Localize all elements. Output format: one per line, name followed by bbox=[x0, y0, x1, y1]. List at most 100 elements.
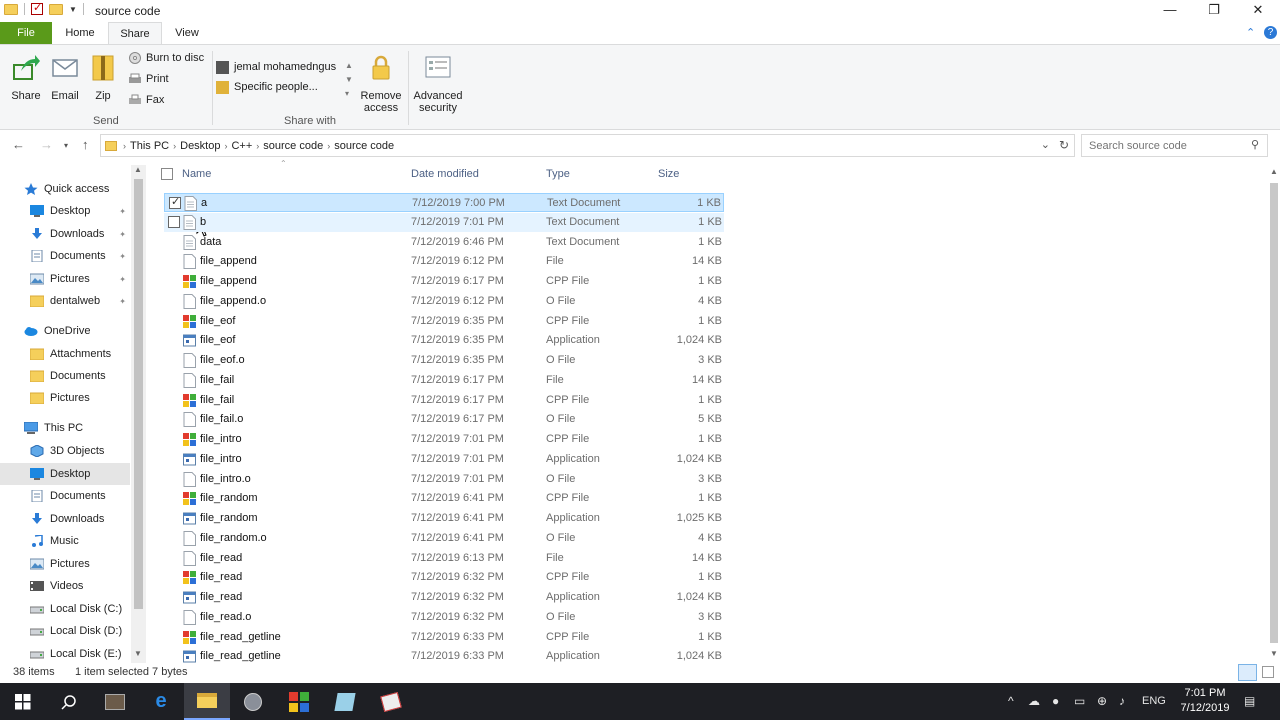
close-button[interactable]: ✕ bbox=[1236, 0, 1280, 22]
sidebar-item-documents[interactable]: Documents bbox=[0, 485, 130, 507]
file-row[interactable]: file_eof.o 7/12/2019 6:35 PM O File 3 KB bbox=[164, 351, 724, 370]
microphone-icon[interactable]: ● bbox=[1052, 694, 1059, 708]
email-button[interactable]: Email bbox=[48, 53, 82, 102]
file-row[interactable]: file_read 7/12/2019 6:32 PM Application 1,0… bbox=[164, 588, 724, 607]
breadcrumb-desktop[interactable]: Desktop bbox=[176, 140, 224, 152]
row-checkbox[interactable] bbox=[169, 195, 181, 209]
sidebar-item-this-pc[interactable]: This PC bbox=[0, 417, 130, 439]
column-header-name[interactable]: Name bbox=[182, 168, 211, 180]
maximize-button[interactable]: ❐ bbox=[1192, 0, 1236, 22]
refresh-icon[interactable]: ↻ bbox=[1059, 138, 1069, 152]
zip-button[interactable]: Zip bbox=[88, 53, 118, 102]
tab-home[interactable]: Home bbox=[56, 22, 104, 44]
sidebar-item-pictures[interactable]: Pictures bbox=[0, 553, 130, 575]
sidebar-item-local-disk-d[interactable]: Local Disk (D:) bbox=[0, 620, 130, 642]
new-folder-icon[interactable] bbox=[49, 3, 63, 15]
address-bar[interactable]: › This PC › Desktop › C++ › source code … bbox=[100, 134, 1075, 157]
sidebar-item-desktop[interactable]: Desktop ✦ bbox=[0, 200, 130, 222]
input-language[interactable]: ENG bbox=[1142, 695, 1166, 707]
sidebar-item-pictures[interactable]: Pictures bbox=[0, 387, 130, 409]
share-user-item[interactable]: jemal mohamedngus bbox=[216, 57, 356, 77]
scroll-down-icon[interactable]: ▼ bbox=[1270, 649, 1278, 658]
taskbar-app-browser[interactable] bbox=[230, 683, 276, 720]
sidebar-item-videos[interactable]: Videos bbox=[0, 575, 130, 597]
remove-access-button[interactable]: Remove access bbox=[360, 53, 402, 114]
file-row[interactable]: file_eof 7/12/2019 6:35 PM Application 1,02… bbox=[164, 331, 724, 350]
breadcrumb-source-code-current[interactable]: source code bbox=[330, 140, 398, 152]
column-header-date[interactable]: Date modified bbox=[411, 168, 479, 180]
row-checkbox[interactable] bbox=[168, 215, 180, 228]
taskbar-app-terminal[interactable] bbox=[92, 683, 138, 720]
share-with-list[interactable]: jemal mohamedngus Specific people... bbox=[216, 57, 356, 101]
large-icons-view-icon[interactable] bbox=[1262, 666, 1274, 678]
notifications-icon[interactable]: ▤ bbox=[1244, 694, 1255, 708]
sidebar-item-local-disk-c[interactable]: Local Disk (C:) bbox=[0, 598, 130, 620]
nav-scrollbar-thumb[interactable] bbox=[134, 179, 143, 609]
minimize-button[interactable]: — bbox=[1148, 0, 1192, 22]
file-row[interactable]: file_append 7/12/2019 6:17 PM CPP File 1 KB bbox=[164, 272, 724, 291]
sidebar-item-documents[interactable]: Documents bbox=[0, 365, 130, 387]
file-list-scrollbar-thumb[interactable] bbox=[1270, 183, 1278, 643]
share-button[interactable]: Share bbox=[8, 53, 44, 102]
sidebar-item-3d-objects[interactable]: 3D Objects bbox=[0, 440, 130, 462]
taskbar-app-codeblocks[interactable] bbox=[276, 683, 322, 720]
sidebar-item-onedrive[interactable]: OneDrive bbox=[0, 320, 130, 342]
advanced-security-button[interactable]: Advanced security bbox=[412, 53, 464, 114]
file-row[interactable]: file_append.o 7/12/2019 6:12 PM O File 4 KB bbox=[164, 292, 724, 311]
file-row[interactable]: file_intro 7/12/2019 7:01 PM Application 1,… bbox=[164, 450, 724, 469]
burn-to-disc-button[interactable]: Burn to disc bbox=[128, 52, 204, 64]
sidebar-item-attachments[interactable]: Attachments bbox=[0, 343, 130, 365]
select-all-checkbox[interactable] bbox=[161, 168, 173, 180]
show-hidden-icons-icon[interactable]: ^ bbox=[1008, 694, 1014, 708]
sidebar-item-downloads[interactable]: Downloads ✦ bbox=[0, 223, 130, 245]
file-row[interactable]: a 7/12/2019 7:00 PM Text Document 1 KB bbox=[164, 193, 724, 212]
file-row[interactable]: file_read 7/12/2019 6:32 PM CPP File 1 KB bbox=[164, 568, 724, 587]
address-dropdown-icon[interactable]: ⌄ bbox=[1041, 138, 1050, 151]
volume-icon[interactable]: ♪ bbox=[1119, 694, 1125, 708]
search-taskbar-button[interactable] bbox=[46, 683, 92, 720]
details-view-icon[interactable] bbox=[1238, 664, 1257, 681]
up-arrow-icon[interactable]: ↑ bbox=[82, 137, 89, 152]
sidebar-item-quick-access[interactable]: Quick access bbox=[0, 178, 130, 200]
file-row[interactable]: file_random.o 7/12/2019 6:41 PM O File 4 KB bbox=[164, 529, 724, 548]
scroll-down-icon[interactable]: ▼ bbox=[134, 649, 142, 658]
sidebar-item-music[interactable]: Music bbox=[0, 530, 130, 552]
help-icon[interactable]: ? bbox=[1264, 26, 1277, 39]
network-icon[interactable]: ⊕ bbox=[1097, 694, 1107, 708]
specific-people-item[interactable]: Specific people... bbox=[216, 77, 356, 97]
collapse-ribbon-icon[interactable]: ⌃ bbox=[1246, 26, 1255, 39]
taskbar-app-edge[interactable]: e bbox=[138, 683, 184, 720]
sidebar-item-downloads[interactable]: Downloads bbox=[0, 508, 130, 530]
scroll-up-icon[interactable]: ▲ bbox=[134, 165, 142, 174]
file-row[interactable]: file_random 7/12/2019 6:41 PM CPP File 1 KB bbox=[164, 489, 724, 508]
sidebar-item-documents[interactable]: Documents ✦ bbox=[0, 245, 130, 267]
cloud-sync-icon[interactable]: ☁ bbox=[1028, 694, 1040, 708]
fax-button[interactable]: Fax bbox=[128, 94, 164, 106]
file-row[interactable]: file_append 7/12/2019 6:12 PM File 14 KB bbox=[164, 252, 724, 271]
share-list-scroll-icon[interactable]: ▲ ▼ ▾ bbox=[345, 59, 353, 101]
forward-arrow-icon[interactable]: → bbox=[40, 137, 53, 152]
tab-view[interactable]: View bbox=[164, 22, 210, 44]
sidebar-item-dentalweb[interactable]: dentalweb ✦ bbox=[0, 290, 130, 312]
file-row[interactable]: b 7/12/2019 7:01 PM Text Document 1 KB bbox=[164, 212, 724, 232]
back-arrow-icon[interactable]: ← bbox=[12, 137, 25, 152]
column-header-size[interactable]: Size bbox=[658, 168, 679, 180]
column-header-type[interactable]: Type bbox=[546, 168, 570, 180]
scroll-up-icon[interactable]: ▲ bbox=[1270, 167, 1278, 176]
taskbar-app-paint[interactable] bbox=[368, 683, 414, 720]
file-row[interactable]: file_intro.o 7/12/2019 7:01 PM O File 3 KB bbox=[164, 470, 724, 489]
file-list-scrollbar[interactable]: ▲ ▼ bbox=[1268, 165, 1280, 663]
file-row[interactable]: file_fail.o 7/12/2019 6:17 PM O File 5 KB bbox=[164, 410, 724, 429]
file-row[interactable]: data 7/12/2019 6:46 PM Text Document 1 KB bbox=[164, 233, 724, 252]
breadcrumb-source-code[interactable]: source code bbox=[259, 140, 327, 152]
file-row[interactable]: file_fail 7/12/2019 6:17 PM File 14 KB bbox=[164, 371, 724, 390]
breadcrumb-this-pc[interactable]: This PC bbox=[126, 140, 173, 152]
customize-toolbar-dropdown-icon[interactable]: ▼ bbox=[69, 5, 77, 14]
start-button[interactable] bbox=[0, 683, 46, 720]
taskbar-app-file-explorer[interactable] bbox=[184, 683, 230, 720]
sidebar-item-pictures[interactable]: Pictures ✦ bbox=[0, 268, 130, 290]
file-row[interactable]: file_read_getline 7/12/2019 6:33 PM CPP Fi… bbox=[164, 628, 724, 647]
system-clock[interactable]: 7:01 PM 7/12/2019 bbox=[1170, 686, 1240, 716]
sidebar-item-desktop[interactable]: Desktop bbox=[0, 463, 130, 485]
search-input[interactable] bbox=[1081, 134, 1268, 157]
